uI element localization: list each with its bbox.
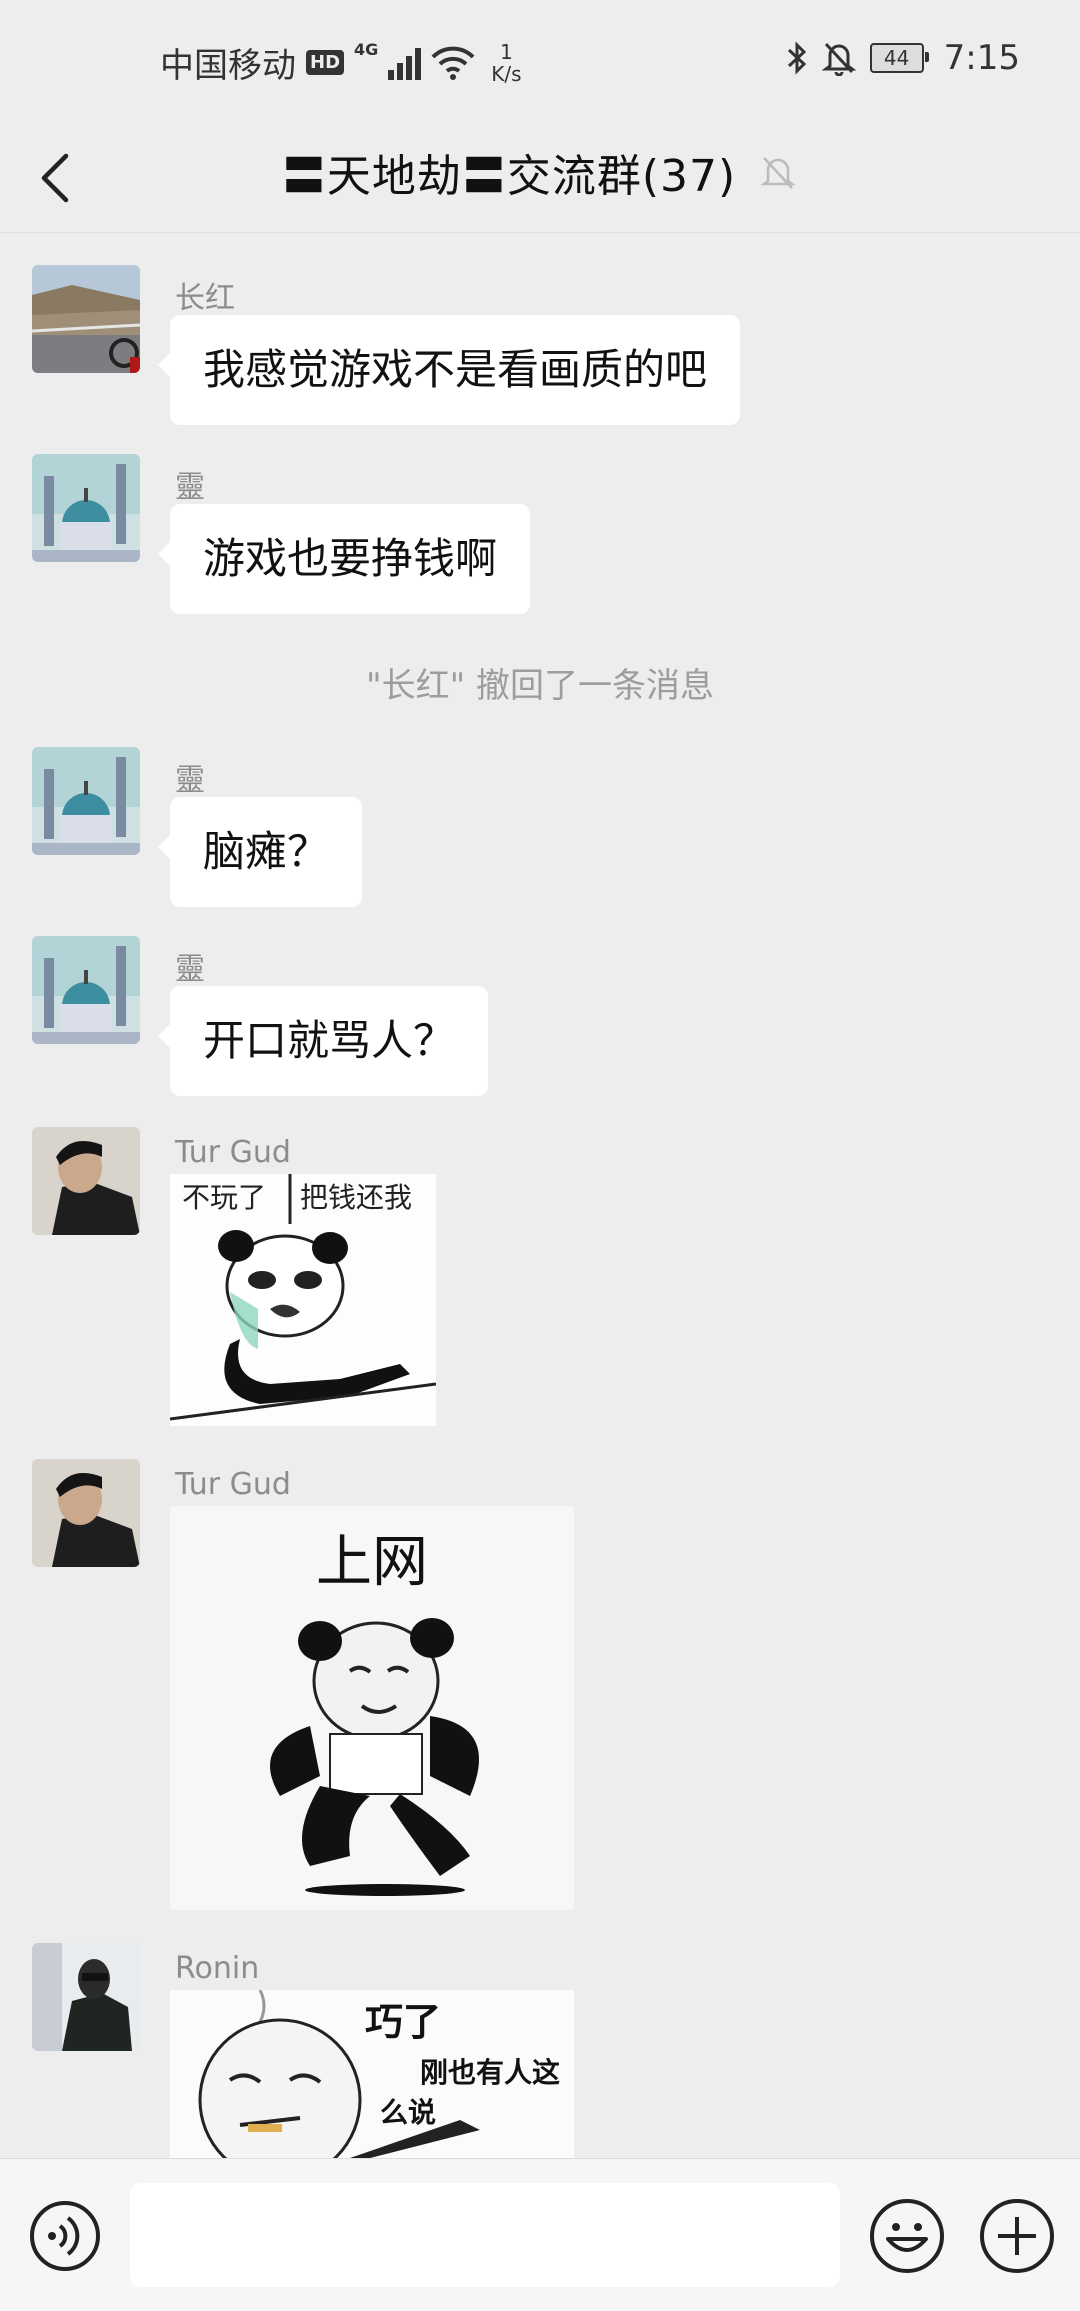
chat-title-wrap: 〓天地劫〓交流群(37) [0, 140, 1080, 204]
sender-name: Ronin [175, 1951, 260, 1986]
chat-header: 〓天地劫〓交流群(37) [0, 120, 1080, 233]
speed-value: 1 [500, 39, 513, 64]
sticker-caption-line2: 么说 [380, 2096, 436, 2129]
sticker-image[interactable]: 不玩了 把钱还我 [170, 1174, 436, 1426]
sticker-caption-title: 巧了 [365, 2000, 441, 2044]
recall-notice: "长红" 撤回了一条消息 [365, 666, 715, 706]
input-bar [0, 2158, 1080, 2311]
network-type: 4G [354, 40, 379, 59]
hd-badge: HD [306, 50, 345, 75]
sender-name: Tur Gud [175, 1135, 291, 1170]
sticker-caption-left: 不玩了 [182, 1181, 266, 1214]
sticker-caption-line1: 刚也有人这 [420, 2056, 560, 2089]
message-bubble[interactable]: 我感觉游戏不是看画质的吧 [157, 315, 741, 425]
wifi-icon [431, 46, 475, 80]
sticker-caption: 上网 [316, 1530, 428, 1595]
bluetooth-icon [787, 41, 806, 75]
sender-name: 靈 [175, 952, 205, 987]
avatar[interactable] [32, 747, 140, 855]
signal-icon [388, 46, 422, 80]
avatar[interactable] [32, 936, 140, 1044]
sender-name: 长红 [175, 281, 235, 316]
sender-name: 靈 [175, 470, 205, 505]
avatar[interactable] [32, 1943, 140, 2051]
avatar[interactable] [32, 454, 140, 562]
sticker-image[interactable]: 巧了 刚也有人这 么说 [170, 1990, 574, 2158]
muted-bell-icon [760, 157, 796, 189]
mute-notification-icon [821, 42, 856, 76]
carrier-name: 中国移动 [160, 46, 296, 86]
plus-icon[interactable] [978, 2197, 1056, 2275]
emoji-icon[interactable] [868, 2197, 946, 2275]
chat-title[interactable]: 〓天地劫〓交流群(37) [282, 140, 736, 204]
sticker-image[interactable]: 上网 [170, 1506, 574, 1910]
message-bubble[interactable]: 脑瘫？ [157, 797, 363, 907]
status-left: 中国移动 HD 4G 1 K/s [160, 38, 522, 87]
battery-icon: 44 [869, 43, 929, 73]
sticker-caption-right: 把钱还我 [300, 1181, 412, 1214]
clock: 7:15 [943, 38, 1020, 78]
status-bar: 中国移动 HD 4G 1 K/s 44 7:15 [0, 0, 1080, 120]
avatar[interactable] [32, 1127, 140, 1235]
message-bubble[interactable]: 开口就骂人？ [157, 986, 489, 1096]
speed-unit: K/s [491, 61, 522, 86]
message-bubble[interactable]: 游戏也要挣钱啊 [157, 504, 531, 614]
network-speed: 1 K/s [491, 41, 521, 85]
avatar[interactable] [32, 265, 140, 373]
avatar[interactable] [32, 1459, 140, 1567]
status-right: 44 7:15 [786, 38, 1020, 78]
voice-icon[interactable] [28, 2199, 102, 2273]
message-input[interactable] [130, 2183, 840, 2287]
sender-name: 靈 [175, 763, 205, 798]
sender-name: Tur Gud [175, 1467, 291, 1502]
